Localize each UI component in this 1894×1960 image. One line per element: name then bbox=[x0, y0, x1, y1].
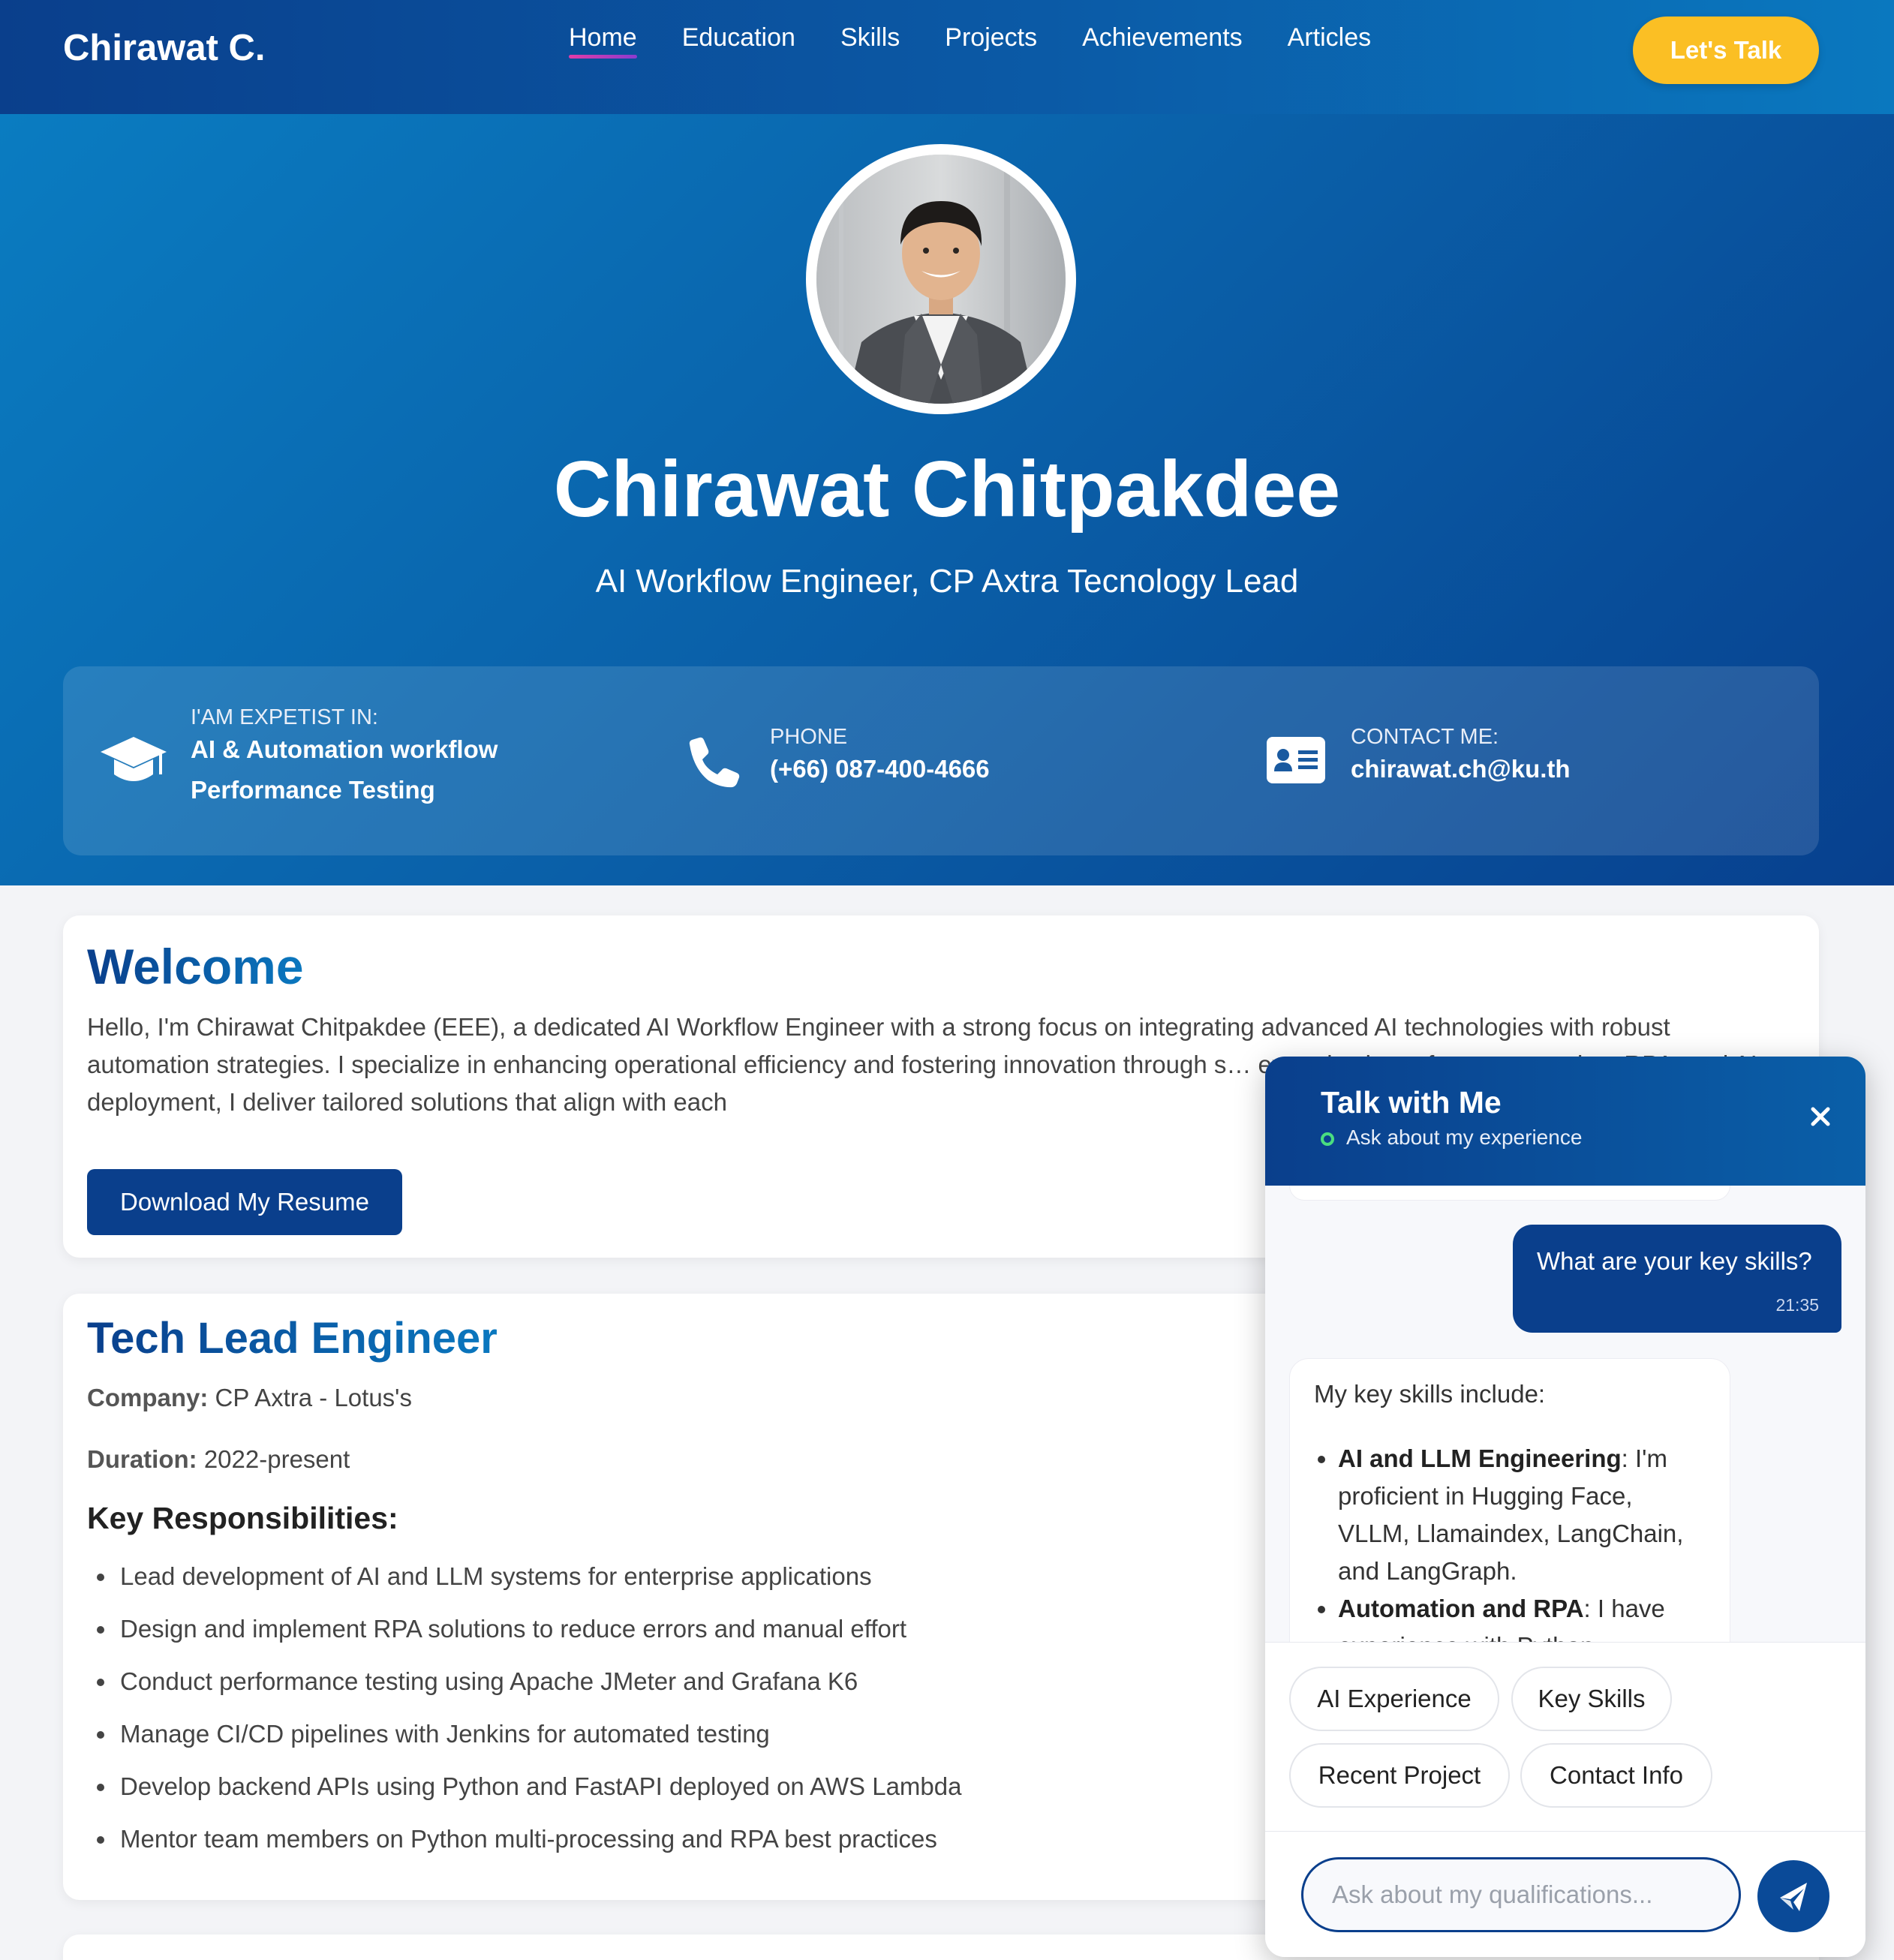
graduation-cap-icon bbox=[101, 737, 167, 781]
list-item: Conduct performance testing using Apache… bbox=[117, 1655, 961, 1708]
nav-link-articles[interactable]: Articles bbox=[1288, 21, 1371, 54]
list-item: Design and implement RPA solutions to re… bbox=[117, 1603, 961, 1655]
duration-label: Duration: bbox=[87, 1445, 197, 1473]
contact-label: CONTACT ME: bbox=[1351, 725, 1499, 749]
list-item: Manage CI/CD pipelines with Jenkins for … bbox=[117, 1708, 961, 1760]
phone-icon bbox=[689, 737, 740, 788]
phone-value[interactable]: (+66) 087-400-4666 bbox=[770, 749, 990, 789]
nav-link-home[interactable]: Home bbox=[569, 21, 637, 59]
contact-card-icon bbox=[1267, 737, 1325, 783]
phone-label: PHONE bbox=[770, 725, 848, 749]
expertise-label: I'AM EXPETIST IN: bbox=[191, 705, 378, 729]
lets-talk-button[interactable]: Let's Talk bbox=[1633, 17, 1819, 84]
user-message-text: What are your key skills? bbox=[1537, 1247, 1812, 1275]
skill-name: Automation and RPA bbox=[1338, 1595, 1584, 1622]
contact-email[interactable]: chirawat.ch@ku.th bbox=[1351, 749, 1571, 789]
avatar bbox=[806, 144, 1076, 414]
welcome-title: Welcome bbox=[87, 939, 304, 994]
chat-status-text: Ask about my experience bbox=[1346, 1126, 1583, 1149]
hero-section: Chirawat Chitpakdee AI Workflow Engineer… bbox=[0, 114, 1894, 885]
bot-message-intro: My key skills include: bbox=[1314, 1380, 1546, 1408]
nav-links: Home Education Skills Projects Achieveme… bbox=[569, 21, 1416, 59]
online-status-icon bbox=[1321, 1132, 1334, 1146]
list-item: Mentor team members on Python multi-proc… bbox=[117, 1813, 961, 1865]
info-bar: I'AM EXPETIST IN: AI & Automation workfl… bbox=[63, 666, 1819, 855]
bot-skills-list: AI and LLM Engineering: I'm proficient i… bbox=[1338, 1440, 1706, 1646]
chat-input[interactable] bbox=[1301, 1857, 1741, 1932]
expertise-value-1: AI & Automation workflow bbox=[191, 735, 498, 763]
bot-message-bubble: My key skills include: AI and LLM Engine… bbox=[1289, 1358, 1730, 1646]
chat-title: Talk with Me bbox=[1321, 1085, 1502, 1120]
send-icon bbox=[1780, 1883, 1807, 1911]
list-item: Lead development of AI and LLM systems f… bbox=[117, 1550, 961, 1603]
chat-widget: Talk with Me Ask about my experience Wha… bbox=[1265, 1057, 1865, 1957]
chat-input-area bbox=[1265, 1831, 1865, 1957]
nav-link-achievements[interactable]: Achievements bbox=[1082, 21, 1243, 54]
nav-link-education[interactable]: Education bbox=[682, 21, 795, 54]
user-message-bubble: What are your key skills? 21:35 bbox=[1513, 1225, 1841, 1333]
expertise-info: I'AM EXPETIST IN: AI & Automation workfl… bbox=[63, 666, 633, 855]
phone-info: PHONE (+66) 087-400-4666 bbox=[648, 666, 1219, 855]
top-navbar: Chirawat C. Home Education Skills Projec… bbox=[0, 0, 1894, 114]
responsibilities-list: Lead development of AI and LLM systems f… bbox=[117, 1550, 961, 1865]
message-timestamp: 21:35 bbox=[1775, 1295, 1819, 1315]
skill-name: AI and LLM Engineering bbox=[1338, 1444, 1622, 1472]
contact-info: CONTACT ME: chirawat.ch@ku.th bbox=[1234, 666, 1804, 855]
company-value: CP Axtra - Lotus's bbox=[215, 1384, 412, 1411]
experience-title: Tech Lead Engineer bbox=[87, 1314, 498, 1363]
list-item: Automation and RPA: I have experience wi… bbox=[1338, 1590, 1706, 1646]
chat-messages[interactable]: What are your key skills? 21:35 My key s… bbox=[1265, 1186, 1865, 1646]
expertise-value-2: Performance Testing bbox=[191, 776, 435, 804]
hero-subtitle: AI Workflow Engineer, CP Axtra Tecnology… bbox=[595, 563, 1299, 600]
quick-replies: AI Experience Key Skills Recent Project … bbox=[1265, 1642, 1865, 1837]
list-item: Develop backend APIs using Python and Fa… bbox=[117, 1760, 961, 1813]
previous-message-bubble bbox=[1289, 1186, 1730, 1201]
duration-value: 2022-present bbox=[203, 1445, 350, 1473]
nav-link-skills[interactable]: Skills bbox=[840, 21, 900, 54]
profile-photo bbox=[816, 155, 1066, 404]
company-label: Company: bbox=[87, 1384, 209, 1411]
chip-recent-project[interactable]: Recent Project bbox=[1289, 1743, 1510, 1808]
send-button[interactable] bbox=[1757, 1860, 1829, 1932]
duration-field: Duration: 2022-present bbox=[87, 1445, 350, 1474]
chip-contact-info[interactable]: Contact Info bbox=[1520, 1743, 1712, 1808]
chip-key-skills[interactable]: Key Skills bbox=[1511, 1667, 1672, 1731]
brand-logo[interactable]: Chirawat C. bbox=[63, 27, 266, 69]
close-icon[interactable] bbox=[1805, 1102, 1835, 1132]
chat-header: Talk with Me Ask about my experience bbox=[1265, 1057, 1865, 1186]
hero-name: Chirawat Chitpakdee bbox=[553, 445, 1341, 534]
responsibilities-title: Key Responsibilities: bbox=[87, 1501, 398, 1535]
company-field: Company: CP Axtra - Lotus's bbox=[87, 1384, 412, 1412]
nav-link-projects[interactable]: Projects bbox=[945, 21, 1037, 54]
download-resume-button[interactable]: Download My Resume bbox=[87, 1169, 402, 1235]
list-item: AI and LLM Engineering: I'm proficient i… bbox=[1338, 1440, 1706, 1590]
chip-ai-experience[interactable]: AI Experience bbox=[1289, 1667, 1499, 1731]
